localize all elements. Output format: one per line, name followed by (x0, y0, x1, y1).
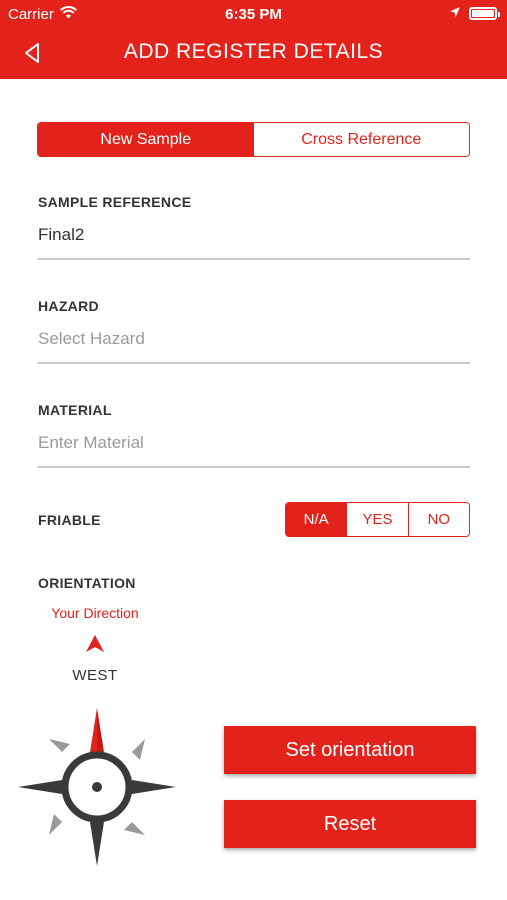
set-orientation-button[interactable]: Set orientation (224, 726, 476, 774)
status-bar: Carrier 6:35 PM (0, 0, 507, 28)
friable-label: FRIABLE (38, 512, 101, 528)
page-title: ADD REGISTER DETAILS (123, 40, 384, 63)
app-header: Carrier 6:35 PM ADD REGISTER DETAILS (0, 0, 507, 79)
direction-value: WEST (72, 667, 118, 684)
friable-option-na[interactable]: N/A (286, 503, 347, 536)
sample-type-segmented-control: New Sample Cross Reference (37, 122, 470, 157)
sample-reference-input[interactable] (38, 225, 470, 245)
status-right-icons (449, 5, 500, 22)
direction-arrow-icon (86, 635, 104, 652)
hazard-select[interactable] (38, 329, 470, 349)
battery-icon (469, 7, 500, 20)
sample-reference-label: SAMPLE REFERENCE (38, 194, 192, 210)
location-arrow-icon (449, 5, 461, 22)
divider (38, 258, 470, 260)
segment-new-sample[interactable]: New Sample (38, 123, 254, 156)
friable-option-yes[interactable]: YES (346, 503, 408, 536)
material-input[interactable] (38, 433, 470, 453)
friable-option-no[interactable]: NO (407, 503, 469, 536)
divider (38, 466, 470, 468)
divider (38, 362, 470, 364)
friable-segmented-control: N/A YES NO (285, 502, 470, 537)
hazard-label: HAZARD (38, 298, 99, 314)
compass-icon (18, 708, 176, 866)
status-time: 6:35 PM (225, 6, 282, 23)
your-direction-label: Your Direction (51, 605, 139, 621)
reset-button[interactable]: Reset (224, 800, 476, 848)
segment-cross-reference[interactable]: Cross Reference (253, 123, 469, 156)
orientation-label: ORIENTATION (38, 575, 136, 591)
material-label: MATERIAL (38, 402, 112, 418)
